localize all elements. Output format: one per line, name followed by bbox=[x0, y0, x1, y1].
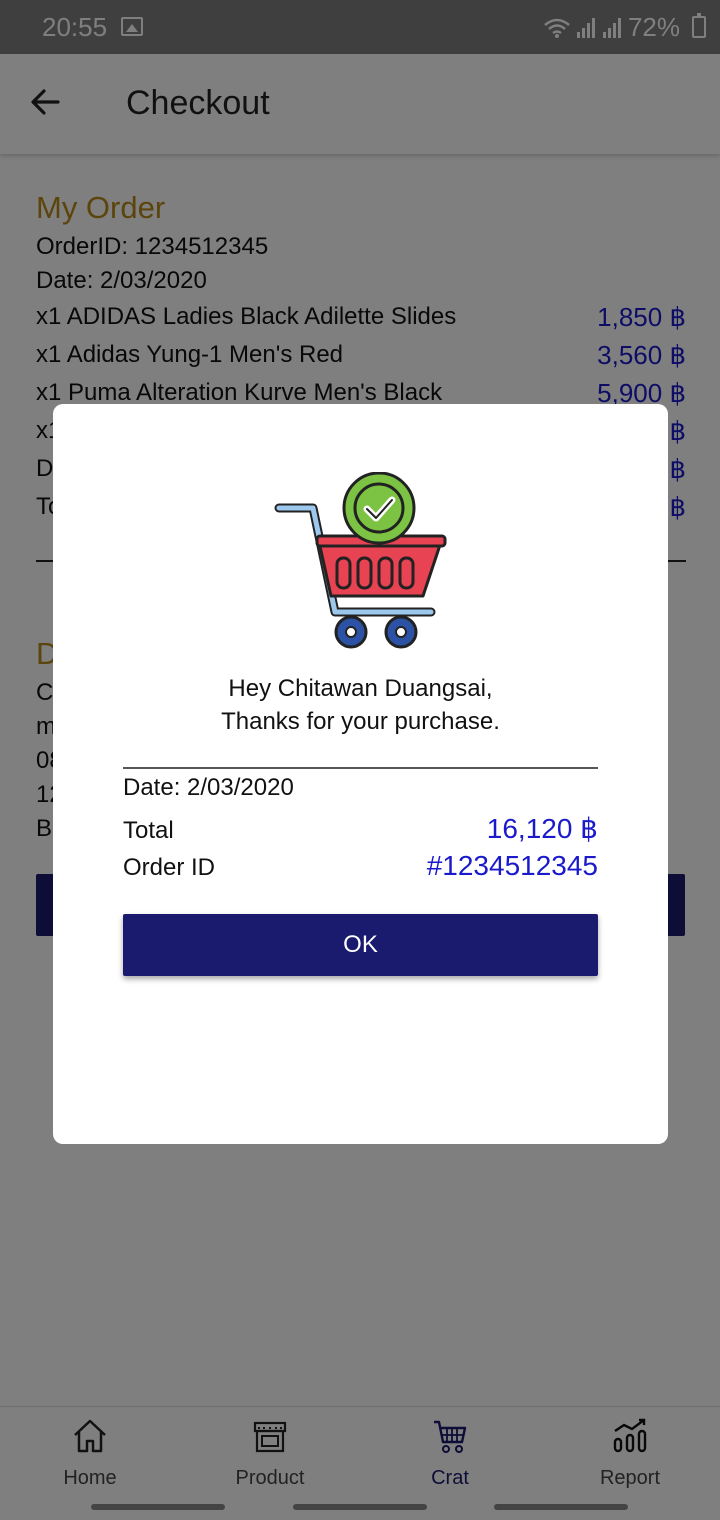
purchase-order-id-value: #1234512345 bbox=[426, 850, 598, 881]
greeting-line: Hey Chitawan Duangsai, bbox=[228, 675, 493, 702]
cart-checkmark-illustration-icon bbox=[274, 472, 447, 649]
purchase-date-row: Date: 2/03/2020 bbox=[123, 774, 598, 812]
thank-you-message: Hey Chitawan Duangsai, Thanks for your p… bbox=[53, 672, 668, 738]
purchase-total-row: Total 16,120 ฿ bbox=[123, 812, 598, 850]
purchase-success-dialog: Hey Chitawan Duangsai, Thanks for your p… bbox=[53, 404, 668, 1144]
purchase-order-id-row: Order ID #1234512345 bbox=[123, 850, 598, 888]
purchase-order-id-label: Order ID bbox=[123, 854, 216, 881]
purchase-date: Date: 2/03/2020 bbox=[123, 774, 294, 801]
purchase-details: Date: 2/03/2020 Total 16,120 ฿ Order ID … bbox=[123, 774, 598, 888]
purchase-total-label: Total bbox=[123, 817, 174, 844]
thanks-line: Thanks for your purchase. bbox=[221, 708, 500, 735]
dialog-divider bbox=[123, 767, 598, 769]
purchase-total-value: 16,120 ฿ bbox=[486, 813, 598, 844]
ok-button[interactable]: OK bbox=[123, 914, 598, 976]
